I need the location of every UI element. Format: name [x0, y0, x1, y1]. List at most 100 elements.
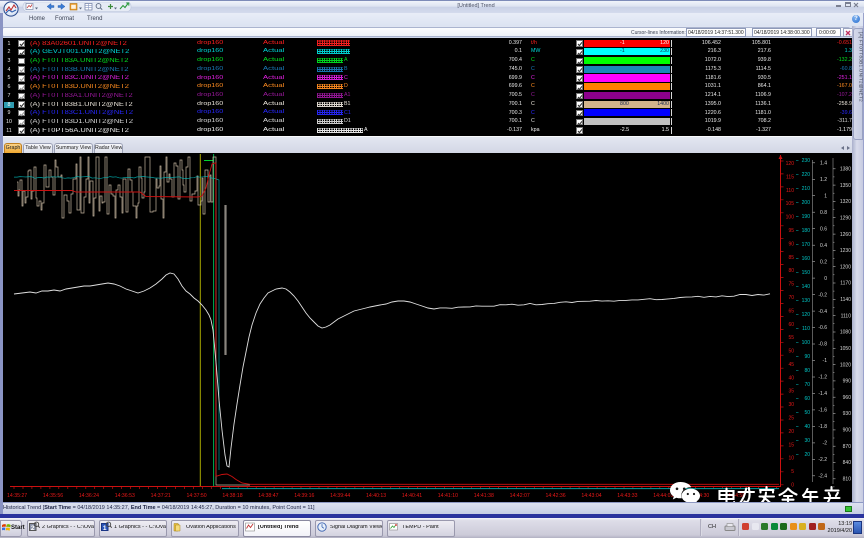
svg-text:30: 30 — [804, 438, 810, 444]
svg-text:100: 100 — [786, 215, 795, 221]
svg-text:1350: 1350 — [840, 183, 851, 189]
svg-text:1: 1 — [824, 193, 827, 199]
svg-text:70: 70 — [788, 295, 794, 301]
svg-text:15: 15 — [788, 442, 794, 448]
svg-text:0.4: 0.4 — [820, 243, 827, 249]
svg-text:2: 2 — [31, 525, 35, 532]
svg-text:-2: -2 — [823, 441, 828, 447]
svg-text:1320: 1320 — [840, 199, 851, 205]
svg-text:1050: 1050 — [840, 346, 851, 352]
svg-text:14:43:04: 14:43:04 — [581, 493, 601, 499]
svg-text:130: 130 — [802, 298, 811, 304]
svg-text:10: 10 — [788, 456, 794, 462]
svg-text:5: 5 — [791, 469, 794, 475]
svg-text:105: 105 — [786, 201, 795, 207]
svg-text:65: 65 — [788, 308, 794, 314]
svg-text:1380: 1380 — [840, 167, 851, 173]
svg-text:14:42:36: 14:42:36 — [546, 493, 566, 499]
svg-text:1.2: 1.2 — [820, 177, 827, 183]
svg-text:14:36:53: 14:36:53 — [115, 493, 135, 499]
svg-text:1260: 1260 — [840, 232, 851, 238]
svg-text:1110: 1110 — [841, 313, 852, 319]
svg-text:-1.4: -1.4 — [818, 391, 827, 397]
svg-text:14:39:16: 14:39:16 — [294, 493, 314, 499]
svg-text:960: 960 — [843, 395, 852, 401]
svg-text:45: 45 — [788, 362, 794, 368]
svg-text:80: 80 — [804, 368, 810, 374]
svg-text:110: 110 — [802, 326, 810, 332]
svg-text:14:41:10: 14:41:10 — [438, 493, 458, 499]
svg-text:140: 140 — [802, 284, 811, 290]
svg-text:-0.8: -0.8 — [818, 342, 827, 348]
svg-text:85: 85 — [788, 255, 794, 261]
svg-text:14:38:18: 14:38:18 — [222, 493, 242, 499]
svg-text:-2.4: -2.4 — [818, 474, 827, 480]
svg-text:14:37:50: 14:37:50 — [187, 493, 207, 499]
svg-text:0.2: 0.2 — [820, 259, 827, 265]
svg-text:35: 35 — [788, 389, 794, 395]
svg-text:14:40:41: 14:40:41 — [402, 493, 422, 499]
svg-text:1170: 1170 — [840, 281, 851, 287]
svg-text:1230: 1230 — [840, 248, 851, 254]
svg-text:180: 180 — [802, 228, 811, 234]
svg-text:80: 80 — [788, 268, 794, 274]
svg-text:170: 170 — [802, 242, 811, 248]
svg-text:870: 870 — [843, 444, 852, 450]
svg-text:1200: 1200 — [840, 264, 851, 270]
svg-text:14:35:27: 14:35:27 — [7, 493, 27, 499]
svg-text:25: 25 — [788, 416, 794, 422]
svg-text:40: 40 — [804, 424, 810, 430]
svg-text:14:37:21: 14:37:21 — [151, 493, 171, 499]
svg-text:1.4: 1.4 — [820, 161, 827, 167]
svg-text:1140: 1140 — [840, 297, 851, 303]
svg-text:14:40:13: 14:40:13 — [366, 493, 386, 499]
svg-text:95: 95 — [788, 228, 794, 234]
svg-text:14:43:33: 14:43:33 — [617, 493, 637, 499]
svg-text:-1.6: -1.6 — [818, 408, 827, 414]
svg-text:20: 20 — [788, 429, 794, 435]
svg-text:70: 70 — [804, 382, 810, 388]
svg-text:14:39:44: 14:39:44 — [330, 493, 350, 499]
svg-text:-2.2: -2.2 — [818, 457, 827, 463]
svg-text:-1.8: -1.8 — [818, 424, 827, 430]
svg-text:90: 90 — [804, 354, 810, 360]
svg-text:1020: 1020 — [840, 362, 851, 368]
svg-text:75: 75 — [788, 282, 794, 288]
svg-text:60: 60 — [788, 322, 794, 328]
svg-text:-1: -1 — [823, 358, 828, 364]
svg-text:14:38:47: 14:38:47 — [258, 493, 278, 499]
svg-text:150: 150 — [802, 270, 811, 276]
svg-text:100: 100 — [802, 340, 811, 346]
svg-text:210: 210 — [802, 186, 811, 192]
svg-text:55: 55 — [788, 335, 794, 341]
svg-text:160: 160 — [802, 256, 811, 262]
svg-text:110: 110 — [786, 188, 794, 194]
svg-text:50: 50 — [788, 349, 794, 355]
svg-text:990: 990 — [843, 379, 852, 385]
svg-text:14:42:07: 14:42:07 — [510, 493, 530, 499]
svg-text:50: 50 — [804, 410, 810, 416]
svg-text:1080: 1080 — [840, 330, 851, 336]
svg-text:930: 930 — [843, 411, 852, 417]
svg-text:14:41:38: 14:41:38 — [474, 493, 494, 499]
svg-text:120: 120 — [802, 312, 811, 318]
svg-text:120: 120 — [786, 161, 795, 167]
svg-text:190: 190 — [802, 214, 811, 220]
svg-text:1: 1 — [103, 525, 107, 532]
svg-text:-0.2: -0.2 — [818, 292, 827, 298]
svg-text:-0.6: -0.6 — [818, 325, 827, 331]
svg-text:20: 20 — [804, 452, 810, 458]
svg-text:840: 840 — [843, 460, 852, 466]
svg-text:115: 115 — [786, 174, 794, 180]
svg-text:90: 90 — [788, 241, 794, 247]
svg-text:60: 60 — [804, 396, 810, 402]
svg-text:220: 220 — [802, 172, 811, 178]
svg-text:0.8: 0.8 — [820, 210, 827, 216]
svg-text:40: 40 — [788, 375, 794, 381]
svg-text:230: 230 — [802, 158, 811, 164]
svg-text:14:36:24: 14:36:24 — [79, 493, 99, 499]
svg-text:0: 0 — [824, 276, 827, 282]
svg-text:200: 200 — [802, 200, 811, 206]
svg-text:14:35:56: 14:35:56 — [43, 493, 63, 499]
svg-text:-1.2: -1.2 — [818, 375, 827, 381]
